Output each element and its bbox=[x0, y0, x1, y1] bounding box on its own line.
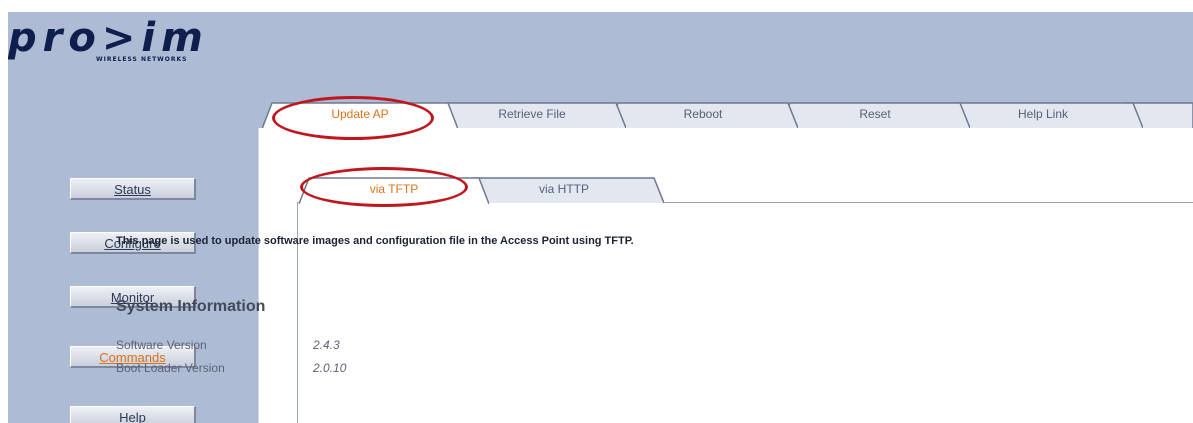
tab-reboot[interactable]: Reboot bbox=[608, 101, 798, 128]
nav-status-button[interactable]: Status bbox=[70, 178, 196, 200]
tab-retrieve-file[interactable]: Retrieve File bbox=[438, 101, 626, 128]
tab-update-ap[interactable]: Update AP bbox=[262, 101, 458, 129]
tab-reboot-label: Reboot bbox=[683, 107, 723, 121]
section-title: System Information bbox=[116, 298, 266, 315]
subtab-via-http-label: via HTTP bbox=[538, 182, 589, 196]
tab-reset-label: Reset bbox=[859, 107, 891, 121]
software-version-label: Software Version bbox=[116, 338, 207, 352]
content-panel: via HTTP via TFTP bbox=[258, 128, 1193, 423]
logo-wordmark: pro>im bbox=[8, 15, 209, 61]
tab-reset[interactable]: Reset bbox=[780, 101, 970, 128]
tab-update-ap-label: Update AP bbox=[331, 107, 389, 121]
software-version-value: 2.4.3 bbox=[313, 338, 340, 352]
boot-loader-version-value: 2.0.10 bbox=[313, 361, 347, 375]
logo-tagline: WIRELESS NETWORKS bbox=[96, 56, 188, 63]
subtab-via-http[interactable]: via HTTP bbox=[464, 176, 664, 203]
tab-retrieve-file-label: Retrieve File bbox=[498, 107, 566, 121]
boot-loader-version-label: Boot Loader Version bbox=[116, 361, 225, 375]
tab-help-link-label: Help Link bbox=[1017, 107, 1069, 121]
subtab-via-tftp[interactable]: via TFTP bbox=[299, 176, 489, 204]
tab-help-link[interactable]: Help Link bbox=[943, 101, 1143, 128]
nav-help-button[interactable]: Help bbox=[70, 406, 196, 423]
proxim-logo: pro>im WIRELESS NETWORKS bbox=[8, 16, 238, 76]
app-frame: pro>im WIRELESS NETWORKS Status Configur… bbox=[8, 12, 1193, 423]
page-description: This page is used to update software ima… bbox=[116, 235, 634, 247]
subtab-via-tftp-label: via TFTP bbox=[369, 182, 419, 196]
